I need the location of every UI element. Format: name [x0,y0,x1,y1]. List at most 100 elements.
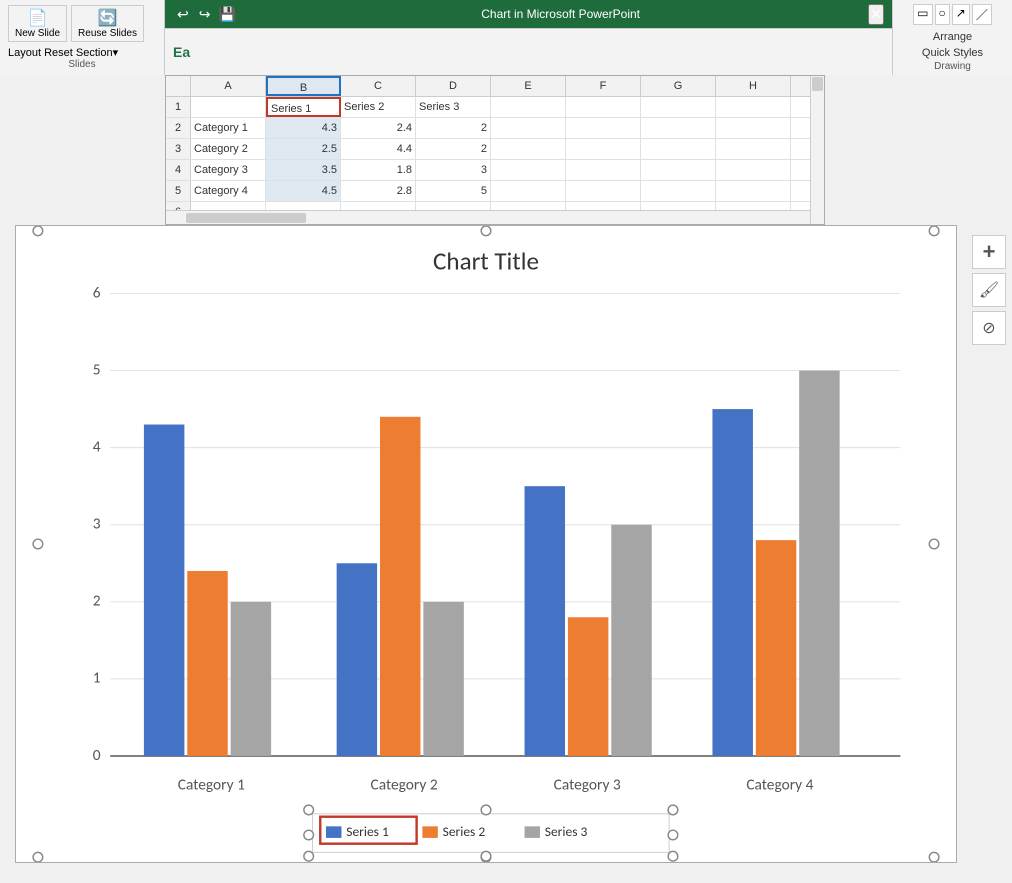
cell-d2[interactable]: 2 [416,118,491,138]
redo-button[interactable]: ↪ [195,4,215,25]
table-row: 5 Category 4 4.5 2.8 5 [166,181,824,202]
col-f[interactable]: F [566,76,641,96]
handle-ml[interactable] [33,539,43,549]
slides-label: Slides [8,59,156,70]
cell-a5[interactable]: Category 4 [191,181,266,201]
right-toolbar: + 🖌 ⊘ [968,235,1010,345]
cell-d1[interactable]: Series 3 [416,97,491,117]
col-h[interactable]: H [716,76,791,96]
legend-series1-icon [326,826,341,838]
legend-series2-icon [422,826,437,838]
x-label-cat1: Category 1 [178,776,245,795]
horizontal-scrollbar[interactable] [166,210,810,224]
section-button[interactable]: Section▾ [76,46,118,59]
brush-button[interactable]: 🖌 [972,273,1006,307]
bar-cat3-s2[interactable] [568,617,608,756]
handle-bl[interactable] [33,852,43,862]
reset-button[interactable]: Reset [44,47,73,59]
legend-handle-tr[interactable] [668,805,678,815]
bar-cat3-s1[interactable] [525,486,565,756]
bar-cat1-s2[interactable] [187,571,227,756]
handle-mr[interactable] [929,539,939,549]
ribbon: 📄 New Slide 🔄 Reuse Slides Layout Reset … [0,0,1012,75]
save-icon-button[interactable]: 💾 [218,4,235,25]
chart-svg: Chart Title 6 5 4 3 2 1 0 [16,226,956,862]
cell-a2[interactable]: Category 1 [191,118,266,138]
col-g[interactable]: G [641,76,716,96]
y-label-0: 0 [93,746,101,765]
cell-e1[interactable] [491,97,566,117]
cell-c1[interactable]: Series 2 [341,97,416,117]
bar-cat4-s3[interactable] [799,371,839,756]
bar-cat2-s2[interactable] [380,417,420,756]
cell-d5[interactable]: 5 [416,181,491,201]
handle-tr[interactable] [929,226,939,236]
filter-button[interactable]: ⊘ [972,311,1006,345]
new-slide-label: New Slide [15,28,60,39]
legend-handle-tc[interactable] [481,805,491,815]
legend-series2-label: Series 2 [443,823,486,840]
cell-c2[interactable]: 2.4 [341,118,416,138]
add-element-button[interactable]: + [972,235,1006,269]
cell-b3[interactable]: 2.5 [266,139,341,159]
col-e[interactable]: E [491,76,566,96]
cell-h1[interactable] [716,97,791,117]
x-label-cat4: Category 4 [746,776,813,795]
col-a[interactable]: A [191,76,266,96]
x-label-cat2: Category 2 [371,776,438,795]
cell-c3[interactable]: 4.4 [341,139,416,159]
shape-arrow-icon: ↗ [952,4,970,25]
reuse-slides-label: Reuse Slides [78,28,137,39]
cell-b2[interactable]: 4.3 [266,118,341,138]
handle-tl[interactable] [33,226,43,236]
legend-handle-br[interactable] [668,851,678,861]
bar-cat1-s1[interactable] [144,425,184,756]
bar-cat4-s2[interactable] [756,540,796,756]
chart-container: Chart Title 6 5 4 3 2 1 0 [15,225,957,863]
handle-tc[interactable] [481,226,491,236]
close-button[interactable]: ✕ [868,4,884,25]
legend-handle-ml[interactable] [304,830,314,840]
cell-b4[interactable]: 3.5 [266,160,341,180]
corner-cell [166,76,191,96]
bar-cat4-s1[interactable] [712,409,752,756]
ribbon-drawing-panel: ▭ ○ ↗ ／ Arrange Quick Styles Drawing [892,0,1012,75]
column-headers: A B C D E F G H I [166,76,824,97]
cell-g1[interactable] [641,97,716,117]
vertical-scrollbar[interactable] [810,76,824,225]
y-label-5: 5 [93,360,101,379]
cell-a1[interactable] [191,97,266,117]
cell-c5[interactable]: 2.8 [341,181,416,201]
cell-d3[interactable]: 2 [416,139,491,159]
cell-c4[interactable]: 1.8 [341,160,416,180]
cell-a4[interactable]: Category 3 [191,160,266,180]
bar-cat2-s3[interactable] [423,602,463,756]
undo-button[interactable]: ↩ [173,4,193,25]
arrange-button[interactable]: Arrange [897,29,1008,45]
cell-f1[interactable] [566,97,641,117]
quick-styles-button[interactable]: Quick Styles [897,45,1008,61]
cell-d4[interactable]: 3 [416,160,491,180]
layout-button[interactable]: Layout [8,47,41,59]
cell-a3[interactable]: Category 2 [191,139,266,159]
cell-b1[interactable]: Series 1 [266,97,341,117]
chart-title[interactable]: Chart Title [433,245,539,276]
legend-handle-bl[interactable] [304,851,314,861]
legend-handle-tl[interactable] [304,805,314,815]
reuse-slides-button[interactable]: 🔄 Reuse Slides [71,5,144,42]
bar-cat2-s1[interactable] [337,563,377,756]
col-b[interactable]: B [266,76,341,96]
legend-series3-icon [525,826,540,838]
shape-oval-icon: ○ [935,4,950,25]
handle-br[interactable] [929,852,939,862]
col-c[interactable]: C [341,76,416,96]
bar-cat1-s3[interactable] [231,602,271,756]
cell-b5[interactable]: 4.5 [266,181,341,201]
x-label-cat3: Category 3 [554,776,621,795]
col-d[interactable]: D [416,76,491,96]
bar-cat3-s3[interactable] [611,525,651,756]
legend-handle-bc[interactable] [481,851,491,861]
drawing-label: Drawing [934,61,971,72]
legend-handle-mr[interactable] [668,830,678,840]
new-slide-button[interactable]: 📄 New Slide [8,5,67,42]
